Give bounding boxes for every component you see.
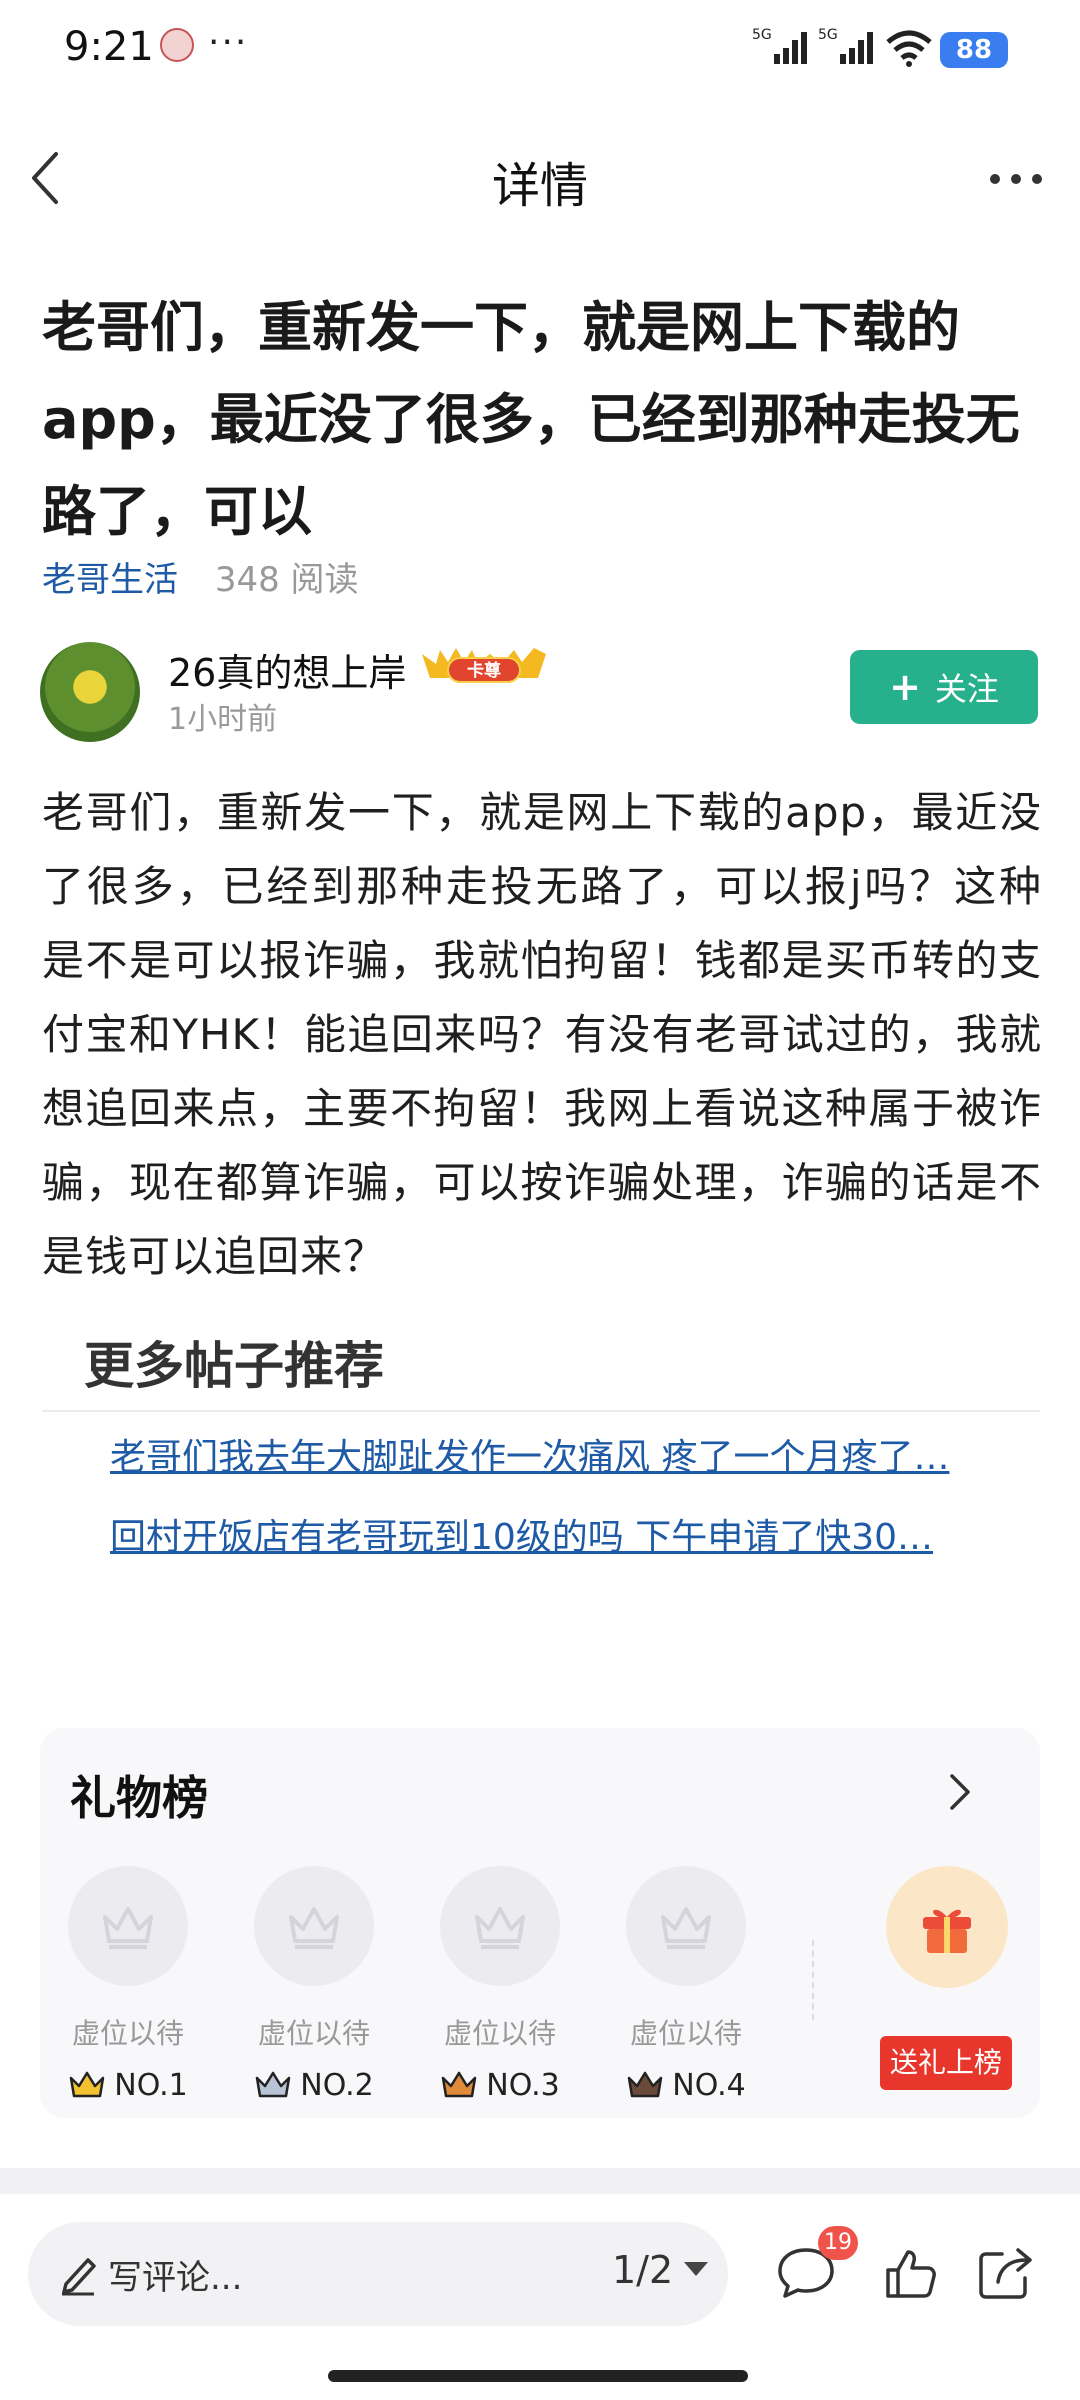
pen-icon (62, 2258, 96, 2296)
follow-label: 关注 (934, 670, 999, 708)
slot-rank: NO.4 (626, 2068, 746, 2103)
recommended-post-link[interactable]: 老哥们我去年大脚趾发作一次痛风 疼了一个月疼了… (110, 1428, 990, 1480)
rank-label: NO.4 (672, 2068, 746, 2103)
post-category-link[interactable]: 老哥生活 (42, 560, 178, 600)
caret-down-icon[interactable] (684, 2262, 708, 2276)
status-avatar-icon (160, 28, 194, 62)
author-name[interactable]: 26真的想上岸 (168, 642, 406, 697)
empty-slot-avatar (440, 1866, 560, 1986)
empty-slot-avatar (626, 1866, 746, 1986)
wifi-icon (886, 30, 932, 67)
follow-button[interactable]: + 关注 (850, 650, 1038, 724)
post-read-count: 348 阅读 (214, 560, 359, 600)
battery-indicator: 88 (940, 32, 1008, 68)
page-indicator[interactable]: 1/2 (612, 2248, 673, 2292)
slot-label: 虚位以待 (443, 2017, 556, 2050)
chevron-right-icon[interactable] (946, 1772, 974, 1812)
signal-5g-icon-2: 5G (818, 27, 873, 64)
plus-icon: + (889, 665, 921, 709)
empty-slot-avatar (254, 1866, 374, 1986)
author-avatar[interactable] (40, 642, 140, 742)
slot-label: 虚位以待 (629, 2017, 742, 2050)
signal2-label: 5G (818, 27, 838, 43)
more-posts-heading: 更多帖子推荐 (84, 1337, 384, 1395)
slot-rank: NO.1 (68, 2068, 188, 2103)
crown-outline-icon (289, 1907, 339, 1949)
send-gift-button[interactable]: 送礼上榜 (880, 2036, 1012, 2090)
vip-badge-text: 卡尊 (467, 660, 501, 681)
gift-rank-slot[interactable]: 虚位以待 NO.4 (626, 1866, 750, 2103)
gift-rank-title: 礼物榜 (70, 1771, 208, 1825)
slot-label: 虚位以待 (71, 2017, 184, 2050)
section-separator (0, 2168, 1080, 2194)
comment-placeholder[interactable]: 写评论... (108, 2250, 242, 2299)
rank-crown-icon (70, 2071, 105, 2097)
post-meta: 老哥生活 348 阅读 (42, 552, 359, 601)
rank-crown-icon (442, 2071, 477, 2097)
slot-rank: NO.2 (254, 2068, 374, 2103)
home-indicator[interactable] (328, 2370, 748, 2382)
recommended-post-link[interactable]: 回村开饭店有老哥玩到10级的吗 下午申请了快30… (110, 1508, 990, 1560)
page-title: 详情 (491, 158, 588, 214)
post-body: 老哥们，重新发一下，就是网上下载的app，最近没了很多，已经到那种走投无路了，可… (42, 788, 1042, 1281)
rank-label: NO.3 (486, 2068, 560, 2103)
comment-count-badge: 19 (818, 2226, 858, 2260)
gift-rank-slot[interactable]: 虚位以待 NO.2 (254, 1866, 378, 2103)
signal1-label: 5G (752, 27, 772, 43)
status-time: 9:21 (64, 24, 154, 70)
post-time: 1小时前 (168, 702, 278, 737)
more-horizontal-icon[interactable] (988, 172, 1044, 186)
rank-crown-icon (256, 2071, 291, 2097)
gift-box-icon (923, 1909, 971, 1953)
crown-outline-icon (661, 1907, 711, 1949)
rank-label: NO.1 (114, 2068, 188, 2103)
gift-box-button[interactable] (886, 1866, 1008, 1988)
status-more-dots: ··· (208, 22, 249, 63)
gift-rank-slot[interactable]: 虚位以待 NO.1 (68, 1866, 192, 2103)
vip-badge-icon: 卡尊 (422, 648, 546, 683)
share-icon[interactable] (976, 2244, 1036, 2302)
divider (42, 1410, 1040, 1412)
signal-5g-icon: 5G (752, 27, 807, 64)
thumbs-up-icon[interactable] (882, 2246, 938, 2302)
rank-label: NO.2 (300, 2068, 374, 2103)
slot-label: 虚位以待 (257, 2017, 370, 2050)
divider (812, 1940, 814, 2020)
crown-outline-icon (475, 1907, 525, 1949)
slot-rank: NO.3 (440, 2068, 560, 2103)
post-title: 老哥们，重新发一下，就是网上下载的app，最近没了很多，已经到那种走投无路了，可… (42, 296, 1020, 543)
crown-outline-icon (103, 1907, 153, 1949)
gift-rank-slot[interactable]: 虚位以待 NO.3 (440, 1866, 564, 2103)
empty-slot-avatar (68, 1866, 188, 1986)
rank-crown-icon (628, 2071, 663, 2097)
